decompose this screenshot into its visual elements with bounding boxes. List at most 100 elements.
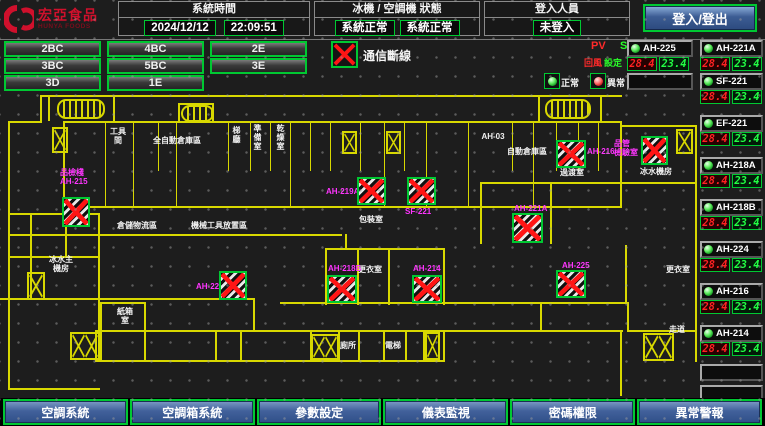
wall-segment <box>330 123 331 171</box>
comm-offline-box-ah-215[interactable] <box>62 197 90 227</box>
wall-segment <box>622 125 697 127</box>
floor-button-1e[interactable]: 1E <box>107 75 204 91</box>
stairwell-icon <box>545 99 591 119</box>
room-label: 紙箱室 <box>114 307 136 325</box>
wall-segment <box>105 123 106 206</box>
wall-segment <box>144 302 146 362</box>
wall-segment <box>310 123 311 171</box>
unit-name: AH-218A <box>716 160 756 171</box>
pv-value: 28.4 <box>700 132 730 146</box>
nav-button-空調系統[interactable]: 空調系統 <box>3 399 128 425</box>
stairs-icon <box>52 127 68 153</box>
wall-segment <box>625 245 627 303</box>
sv-value: 23.4 <box>732 342 762 356</box>
device-label-ah-225: AH-225 <box>562 261 590 270</box>
wall-segment <box>215 330 217 362</box>
comm-offline-box-ah-226[interactable] <box>219 271 247 300</box>
floor-button-3bc[interactable]: 3BC <box>4 58 101 74</box>
room-label: 走道 <box>668 325 686 334</box>
pv-value: 28.4 <box>700 57 730 71</box>
stairs-icon <box>342 131 357 154</box>
wall-segment <box>550 182 552 244</box>
device-label-ah-216: AH-216 <box>587 147 615 156</box>
room-label: 電梯 <box>384 341 402 350</box>
wall-segment <box>540 302 542 332</box>
sv-value: 23.4 <box>659 57 689 71</box>
wall-segment <box>240 330 242 362</box>
wall-segment <box>8 234 342 236</box>
wall-segment <box>113 95 115 121</box>
wall-segment <box>357 248 359 305</box>
floor-button-3e[interactable]: 3E <box>210 58 307 74</box>
comm-offline-box-ah-218b[interactable] <box>327 275 357 303</box>
unit-status-led-icon <box>704 161 713 170</box>
wall-segment <box>95 330 445 332</box>
room-label: 梯廳 <box>232 126 241 144</box>
sv-value: 23.4 <box>732 174 762 188</box>
comm-offline-box-sf-221[interactable] <box>407 177 436 205</box>
wall-segment <box>133 123 134 206</box>
stairs-icon <box>311 334 339 360</box>
wall-segment <box>443 330 623 332</box>
comm-offline-legend-label: 通信斷線 <box>363 47 411 64</box>
machine-status-section: 冰機 / 空調機 狀態 系統正常 系統正常 <box>314 1 480 36</box>
wall-segment <box>8 121 42 123</box>
comm-offline-box-ah-221a[interactable] <box>512 213 543 243</box>
unit-button-ef-221[interactable]: EF-221 <box>700 115 763 132</box>
login-section: 登入人員 未登入 <box>484 1 630 36</box>
unit-button-ah-221a[interactable]: AH-221A <box>700 40 763 57</box>
floor-button-2e[interactable]: 2E <box>210 41 307 57</box>
normal-legend-label: 正常 <box>561 76 579 89</box>
stairs-icon <box>643 333 674 361</box>
wall-segment <box>250 123 251 171</box>
nav-button-密碼權限[interactable]: 密碼權限 <box>510 399 635 425</box>
pv-value: 28.4 <box>700 216 730 230</box>
room-label: 更衣室 <box>666 265 690 274</box>
sv-value: 23.4 <box>732 90 762 104</box>
unit-status-led-icon <box>631 44 640 53</box>
comm-offline-box-ah-225[interactable] <box>556 270 586 298</box>
stairwell-icon <box>181 105 214 122</box>
comm-offline-box-檢驗室[interactable] <box>641 136 668 165</box>
nav-button-參數設定[interactable]: 參數設定 <box>257 399 382 425</box>
login-logout-button[interactable]: 登入/登出 <box>643 4 757 32</box>
sv-value: 23.4 <box>732 132 762 146</box>
wall-segment <box>270 123 271 171</box>
empty-unit-slot <box>627 73 693 90</box>
comm-offline-box-ah-214[interactable] <box>412 275 442 303</box>
unit-values-ah-225: 28.423.4 <box>627 57 693 71</box>
unit-button-sf-221[interactable]: SF-221 <box>700 73 763 90</box>
unit-button-ah-218a[interactable]: AH-218A <box>700 157 763 174</box>
floor-button-3d[interactable]: 3D <box>4 75 101 91</box>
stairs-icon <box>676 129 693 154</box>
room-label: 冰水機房 <box>637 167 675 176</box>
brand-name: 宏亞食品 <box>38 8 98 23</box>
wall-segment <box>480 182 482 244</box>
comm-offline-box-ah-216[interactable] <box>556 140 586 168</box>
nav-button-空調箱系統[interactable]: 空調箱系統 <box>130 399 255 425</box>
system-time-value: 22:09:51 <box>224 20 284 36</box>
wall-segment <box>48 95 50 121</box>
unit-button-ah-225[interactable]: AH-225 <box>627 40 693 57</box>
unit-values-sf-221: 28.423.4 <box>700 90 763 104</box>
comm-offline-box-ah-219a[interactable] <box>357 177 386 205</box>
wall-segment <box>443 248 445 305</box>
device-label-sf-221: SF-221 <box>405 207 431 216</box>
nav-button-異常警報[interactable]: 異常警報 <box>637 399 762 425</box>
wall-segment <box>158 123 159 171</box>
ac-status-value: 系統正常 <box>400 20 460 36</box>
unit-button-ah-216[interactable]: AH-216 <box>700 283 763 300</box>
floor-button-5bc[interactable]: 5BC <box>107 58 204 74</box>
unit-button-ah-218b[interactable]: AH-218B <box>700 199 763 216</box>
unit-button-ah-224[interactable]: AH-224 <box>700 241 763 258</box>
bottom-nav: 空調系統空調箱系統參數設定儀表監視密碼權限異常警報 <box>0 398 765 426</box>
nav-button-儀表監視[interactable]: 儀表監視 <box>383 399 508 425</box>
wall-segment <box>627 302 629 332</box>
floor-button-4bc[interactable]: 4BC <box>107 41 204 57</box>
unit-button-ah-214[interactable]: AH-214 <box>700 325 763 342</box>
room-label: 包裝室 <box>356 215 386 224</box>
floor-button-2bc[interactable]: 2BC <box>4 41 101 57</box>
wall-segment <box>228 123 229 171</box>
unit-name: AH-218B <box>716 202 756 213</box>
sv-value: 23.4 <box>732 216 762 230</box>
